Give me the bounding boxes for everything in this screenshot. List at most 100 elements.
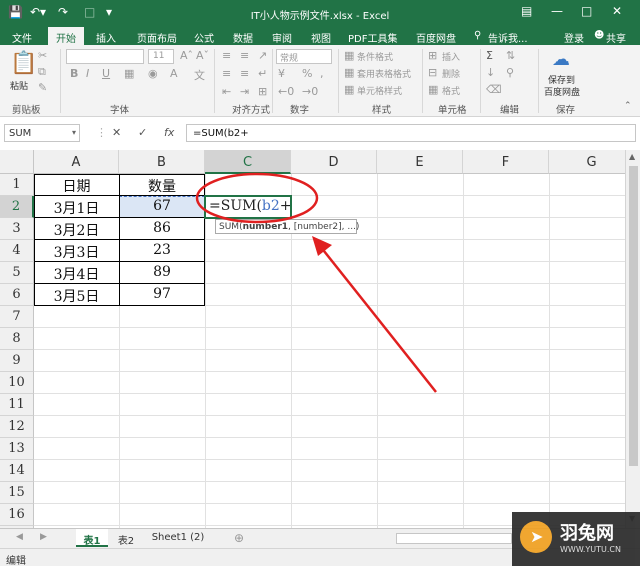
merge-center-icon[interactable]: ⊞ (258, 85, 267, 98)
comma-style-icon[interactable]: , (320, 67, 324, 80)
font-color-icon[interactable]: A (170, 67, 178, 80)
align-left-icon[interactable]: ≡ (222, 67, 231, 80)
tell-me-icon[interactable]: ⚲ (474, 30, 481, 41)
watermark-logo-icon: ➤ (520, 521, 552, 553)
accounting-format-icon[interactable]: ¥ (278, 67, 285, 80)
cancel-icon[interactable]: ✕ (112, 126, 121, 139)
decrease-indent-icon[interactable]: ⇤ (222, 85, 231, 98)
scroll-up-icon[interactable]: ▲ (629, 152, 635, 161)
align-top-icon[interactable]: ≡ (222, 49, 231, 62)
grow-font-icon[interactable]: Aˆ (180, 49, 193, 62)
horizontal-scrollbar[interactable] (396, 533, 512, 544)
minimize-icon[interactable]: — (551, 4, 563, 18)
close-icon[interactable]: ✕ (612, 4, 622, 18)
tab-formulas[interactable]: 公式 (194, 30, 214, 45)
paste-icon[interactable]: 📋 (10, 51, 37, 76)
decrease-decimal-icon[interactable]: →0 (302, 85, 318, 98)
insert-function-icon[interactable]: fx (164, 126, 174, 139)
group-alignment-label: 对齐方式 (232, 105, 271, 116)
sheet-tab-3[interactable]: Sheet1 (2) (148, 529, 208, 547)
increase-decimal-icon[interactable]: ←0 (278, 85, 294, 98)
italic-icon[interactable]: I (86, 67, 89, 80)
tab-data[interactable]: 数据 (233, 30, 253, 45)
underline-icon[interactable]: U (102, 67, 110, 80)
maximize-icon[interactable]: □ (581, 4, 592, 18)
increase-indent-icon[interactable]: ⇥ (240, 85, 249, 98)
baidu-pan-label[interactable]: 百度网盘 (544, 85, 580, 98)
format-button[interactable]: 格式 (442, 84, 460, 97)
tab-review[interactable]: 审阅 (272, 30, 292, 45)
sheet-tab-2[interactable]: 表2 (112, 529, 140, 547)
shrink-font-icon[interactable]: Aˇ (196, 49, 209, 62)
cell-styles-icon[interactable]: ▦ (344, 83, 354, 96)
align-center-icon[interactable]: ≡ (240, 67, 249, 80)
insert-cells-icon[interactable]: ⊞ (428, 49, 437, 62)
add-sheet-icon[interactable]: ⊕ (234, 531, 244, 545)
wen-icon[interactable]: 文 (194, 67, 205, 83)
share-icon[interactable]: ☻ (594, 30, 604, 41)
tab-pdf-tools[interactable]: PDF工具集 (348, 30, 397, 45)
conditional-format-icon[interactable]: ▦ (344, 49, 354, 62)
scroll-thumb[interactable] (629, 166, 638, 466)
prev-sheet-icon[interactable]: ◀ (16, 532, 23, 542)
format-as-table-button[interactable]: 套用表格格式 (357, 67, 411, 80)
fill-color-icon[interactable]: ◉ (148, 67, 158, 80)
conditional-format-button[interactable]: 条件格式 (357, 50, 393, 63)
percent-icon[interactable]: % (302, 67, 312, 80)
more-icon: ⋮ (96, 126, 107, 139)
ribbon: 📋 粘贴 ✂ ⧉ ✎ 剪贴板 11 Aˆ Aˇ B I U ▦ ◉ A 文 字体… (0, 45, 640, 117)
bold-icon[interactable]: B (70, 67, 78, 80)
group-font-label: 字体 (110, 105, 130, 116)
watermark: ➤ 羽兔网 WWW.YUTU.CN (512, 512, 640, 566)
tab-baidu-pan[interactable]: 百度网盘 (416, 30, 456, 45)
orientation-icon[interactable]: ↗ (258, 49, 267, 62)
format-cells-icon[interactable]: ▦ (428, 83, 438, 96)
chevron-down-icon[interactable]: ▾ (72, 128, 76, 137)
tab-file[interactable]: 文件 (12, 30, 32, 45)
login-link[interactable]: 登录 (564, 30, 584, 45)
collapse-ribbon-icon[interactable]: ⌃ (624, 101, 632, 111)
wrap-text-icon[interactable]: ↵ (258, 67, 267, 80)
clear-icon[interactable]: ⌫ (486, 83, 502, 96)
font-size-select[interactable]: 11 (148, 49, 174, 64)
sheet-tab-1[interactable]: 表1 (76, 529, 108, 547)
separator (272, 49, 273, 113)
tab-page-layout[interactable]: 页面布局 (137, 30, 177, 45)
baidu-cloud-icon[interactable]: ☁ (552, 49, 570, 70)
window-title: IT小人物示例文件.xlsx - Excel (250, 11, 390, 22)
cut-icon[interactable]: ✂ (38, 49, 47, 62)
ribbon-display-icon[interactable]: ▤ (521, 4, 532, 18)
name-box[interactable]: SUM ▾ (4, 124, 80, 142)
delete-button[interactable]: 删除 (442, 67, 460, 80)
formula-input[interactable]: =SUM(b2+ (186, 124, 636, 142)
paste-label[interactable]: 粘贴 (10, 79, 28, 92)
font-name-select[interactable] (66, 49, 144, 64)
tab-insert[interactable]: 插入 (96, 30, 116, 45)
tell-me-input[interactable]: 告诉我... (488, 30, 528, 45)
find-select-icon[interactable]: ⚲ (506, 66, 514, 79)
copy-icon[interactable]: ⧉ (38, 65, 46, 79)
share-button[interactable]: 共享 (606, 30, 626, 45)
separator (60, 49, 61, 113)
align-middle-icon[interactable]: ≡ (240, 49, 249, 62)
tab-view[interactable]: 视图 (311, 30, 331, 45)
number-format-select[interactable]: 常规 (276, 49, 332, 64)
delete-cells-icon[interactable]: ⊟ (428, 66, 437, 79)
annotation-ellipse (195, 172, 319, 224)
sort-filter-icon[interactable]: ⇅ (506, 49, 515, 62)
worksheet-grid[interactable]: A B C D E F G 1 2 3 4 5 6 7 8 9 10 11 12… (0, 150, 625, 528)
autosum-icon[interactable]: Σ (486, 49, 493, 62)
format-painter-icon[interactable]: ✎ (38, 81, 47, 94)
insert-button[interactable]: 插入 (442, 50, 460, 63)
next-sheet-icon[interactable]: ▶ (40, 532, 47, 542)
annotation-arrow-line (319, 245, 437, 393)
enter-icon[interactable]: ✓ (138, 126, 147, 139)
fill-icon[interactable]: ↓ (486, 66, 495, 79)
group-clipboard-label: 剪贴板 (12, 105, 41, 116)
border-icon[interactable]: ▦ (124, 67, 134, 80)
cell-styles-button[interactable]: 单元格样式 (357, 84, 402, 97)
separator (338, 49, 339, 113)
tab-home[interactable]: 开始 (48, 27, 84, 45)
format-table-icon[interactable]: ▦ (344, 66, 354, 79)
vertical-scrollbar[interactable]: ▲ ▼ (625, 150, 640, 528)
